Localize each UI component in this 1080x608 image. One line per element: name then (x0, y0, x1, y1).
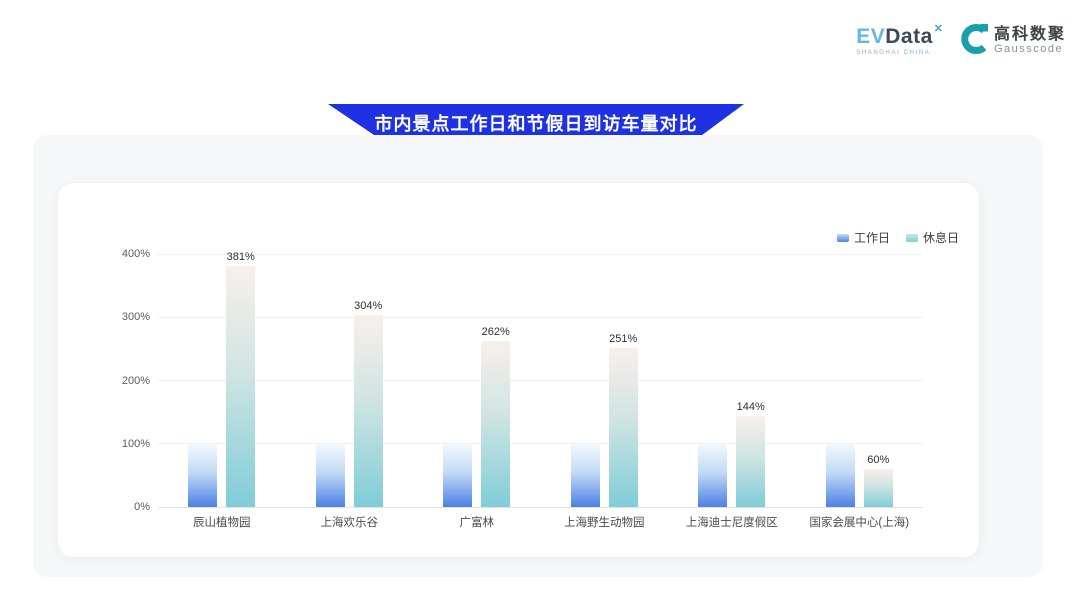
bar-工作日[interactable] (698, 444, 727, 507)
bar-group: 144% (668, 254, 796, 507)
x-axis-label: 辰山植物园 (158, 514, 286, 530)
bar-column: 60% (864, 254, 893, 507)
bar-column: 381% (226, 254, 255, 507)
y-tick-label: 400% (122, 248, 150, 260)
plot-area: 381% 304% 262% 251% 144% 60% (158, 254, 923, 507)
bar-group: 60% (796, 254, 924, 507)
evdata-subtext-shanghai: SHANGHAI (856, 50, 900, 56)
evdata-x-icon: ✕ (934, 24, 943, 35)
bar-休息日[interactable] (226, 266, 255, 507)
evdata-wordmark: EV Data ✕ (856, 26, 943, 47)
bar-休息日[interactable] (481, 341, 510, 507)
evdata-subtext-china: CHINA (904, 50, 931, 56)
evdata-subtext: SHANGHAI CHINA (856, 50, 930, 56)
bar-工作日[interactable] (316, 444, 345, 507)
y-tick-label: 200% (122, 375, 150, 387)
bar-column: 144% (736, 254, 765, 507)
value-label: 381% (227, 251, 255, 263)
bar-column (571, 254, 600, 507)
legend-label: 休息日 (923, 229, 959, 246)
x-axis-label: 上海迪士尼度假区 (668, 514, 796, 530)
legend-swatch (837, 234, 849, 242)
bar-group: 262% (413, 254, 541, 507)
gausscode-icon (959, 22, 989, 59)
y-tick-label: 300% (122, 311, 150, 323)
bar-休息日[interactable] (609, 348, 638, 507)
x-axis-label: 广富林 (413, 514, 541, 530)
evdata-data-text: Data (885, 26, 933, 47)
bar-group: 251% (541, 254, 669, 507)
bar-column (316, 254, 345, 507)
y-tick-label: 0% (134, 501, 150, 513)
bar-休息日[interactable] (864, 469, 893, 507)
chart-legend: 工作日 休息日 (837, 229, 959, 246)
legend-item-休息日[interactable]: 休息日 (906, 229, 959, 246)
y-axis-labels: 400%300%200%100%0% (80, 254, 150, 507)
bar-column (826, 254, 855, 507)
gausscode-text: 高科数聚 Gausscode (994, 26, 1066, 56)
x-axis-label: 上海野生动物园 (541, 514, 669, 530)
page: EV Data ✕ SHANGHAI CHINA 高科数聚 Gausscode (0, 0, 1080, 608)
value-label: 60% (867, 454, 889, 466)
logo-bar: EV Data ✕ SHANGHAI CHINA 高科数聚 Gausscode (856, 22, 1066, 59)
value-label: 144% (737, 401, 765, 413)
bar-group: 381% (158, 254, 286, 507)
bar-工作日[interactable] (188, 444, 217, 507)
bar-休息日[interactable] (736, 416, 765, 507)
bar-column: 251% (609, 254, 638, 507)
bar-column: 304% (354, 254, 383, 507)
chart-card: 工作日 休息日 400% 300% 200% 100% 0% 381% 304% 262% 25… (57, 182, 980, 558)
bar-工作日[interactable] (826, 444, 855, 507)
bar-工作日[interactable] (443, 444, 472, 507)
value-label: 251% (609, 333, 637, 345)
value-label: 304% (354, 300, 382, 312)
legend-swatch (906, 234, 918, 242)
evdata-ev-text: EV (856, 26, 885, 47)
bar-休息日[interactable] (354, 315, 383, 507)
bar-group: 304% (286, 254, 414, 507)
y-tick-label: 100% (122, 438, 150, 450)
bar-groups: 381% 304% 262% 251% 144% 60% (158, 254, 923, 507)
value-label: 262% (482, 326, 510, 338)
chart-title: 市内景点工作日和节假日到访车量对比 (375, 110, 698, 136)
gausscode-cn-text: 高科数聚 (994, 26, 1066, 44)
x-axis-label: 上海欢乐谷 (286, 514, 414, 530)
bar-column (698, 254, 727, 507)
bar-column (443, 254, 472, 507)
x-axis-labels: 辰山植物园上海欢乐谷广富林上海野生动物园上海迪士尼度假区国家会展中心(上海) (158, 514, 923, 530)
legend-item-工作日[interactable]: 工作日 (837, 229, 890, 246)
bar-column: 262% (481, 254, 510, 507)
gausscode-en-text: Gausscode (994, 43, 1066, 55)
bar-column (188, 254, 217, 507)
evdata-logo: EV Data ✕ SHANGHAI CHINA (856, 26, 943, 56)
bar-工作日[interactable] (571, 444, 600, 507)
legend-label: 工作日 (854, 229, 890, 246)
x-axis-label: 国家会展中心(上海) (796, 514, 924, 530)
gausscode-logo: 高科数聚 Gausscode (959, 22, 1066, 59)
